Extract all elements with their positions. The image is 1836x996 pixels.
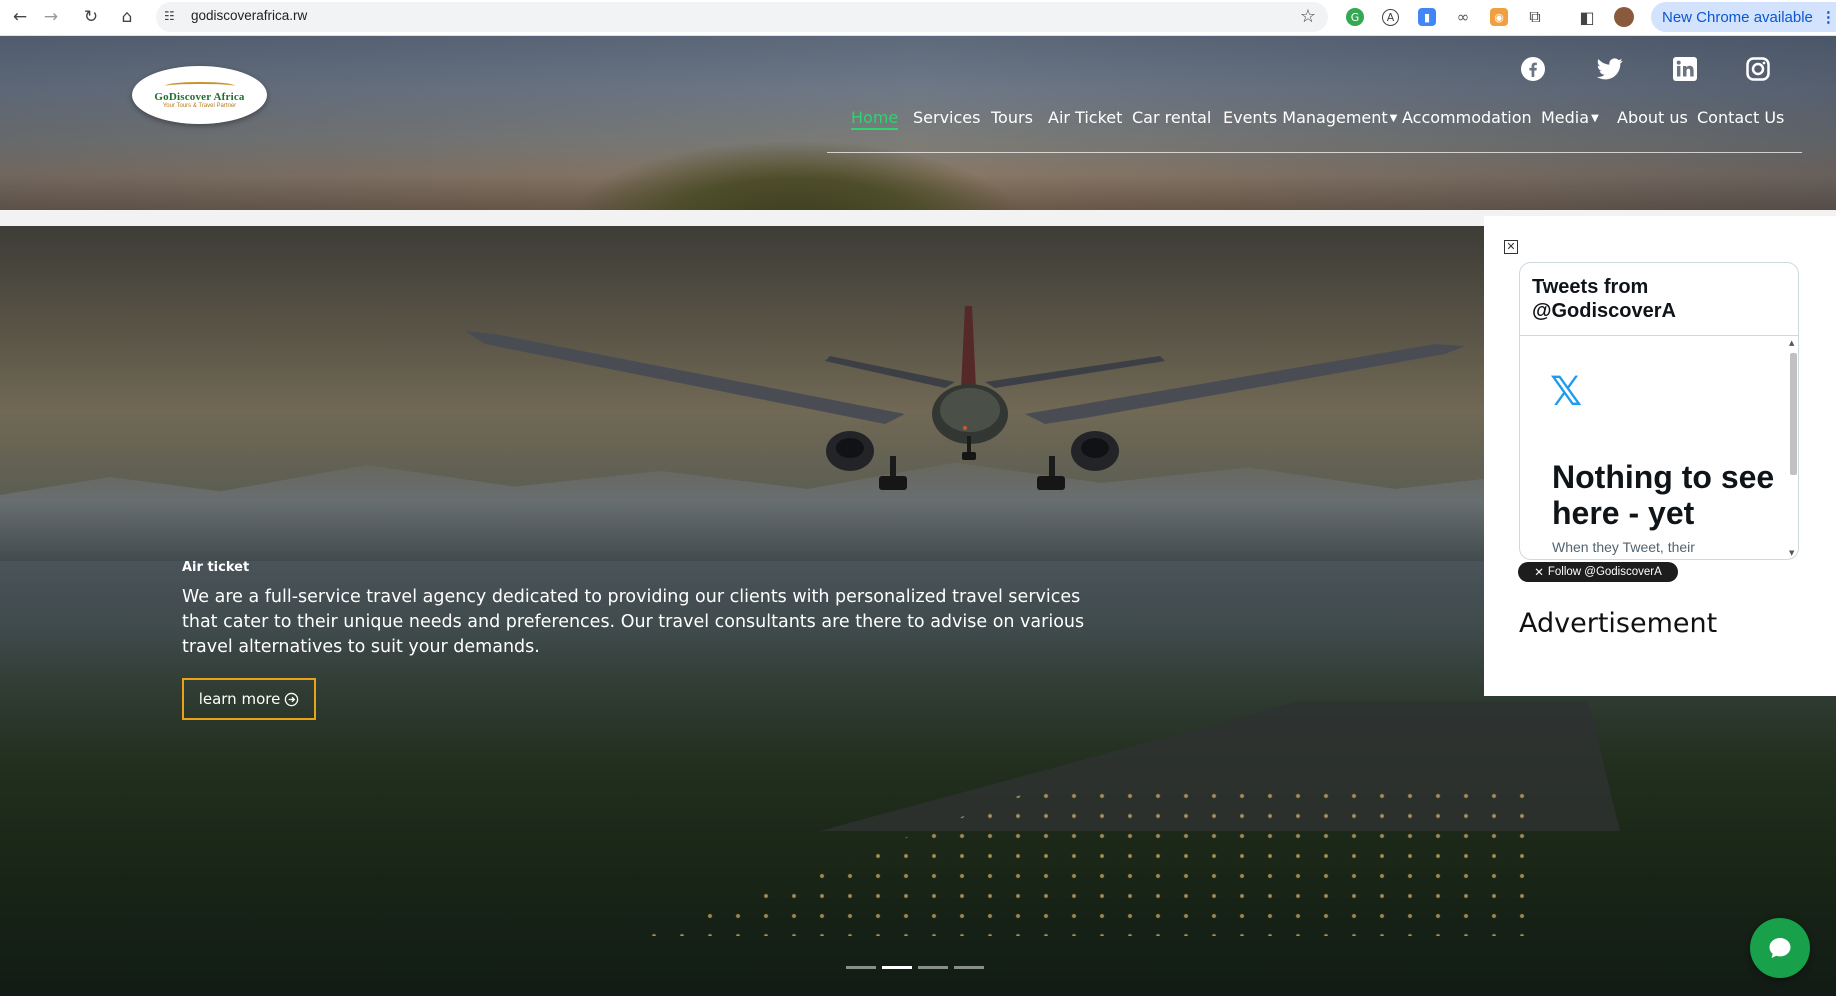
carousel-indicator[interactable] (918, 966, 948, 969)
site-info-icon[interactable]: ☷ (164, 9, 180, 25)
reload-icon[interactable]: ↻ (78, 4, 104, 30)
nav-media[interactable]: Media ▼ (1541, 108, 1599, 127)
advertisement-heading: Advertisement (1519, 608, 1718, 639)
logo-swoosh-icon (164, 81, 235, 90)
nav-media-label: Media (1541, 108, 1590, 127)
close-icon[interactable]: ✕ (1504, 240, 1518, 254)
logo-name: GoDiscover Africa (154, 90, 245, 103)
url-text[interactable]: godiscoverafrica.rw (191, 8, 307, 23)
scroll-thumb[interactable] (1790, 353, 1797, 475)
facebook-icon[interactable] (1518, 54, 1548, 84)
back-icon[interactable]: ← (7, 4, 33, 30)
twitter-sidebar: ✕ Tweets from @GodiscoverA 𝕏 Nothing to … (1484, 216, 1836, 696)
chevron-down-icon: ▼ (1389, 113, 1398, 124)
home-icon[interactable]: ⌂ (114, 4, 140, 30)
site-header: GoDiscover Africa Your Tours & Travel Pa… (0, 36, 1836, 210)
chrome-menu-icon[interactable]: ⋮ (1821, 8, 1836, 26)
nav-about-us[interactable]: About us (1617, 108, 1688, 127)
nav-air-ticket[interactable]: Air Ticket (1048, 108, 1122, 127)
logo-tagline: Your Tours & Travel Partner (162, 102, 237, 109)
extensions-puzzle-icon[interactable]: ⧉ (1526, 7, 1544, 26)
address-bar[interactable]: ☷ godiscoverafrica.rw ☆ (156, 2, 1328, 32)
instagram-icon[interactable] (1743, 54, 1773, 84)
nav-car-rental[interactable]: Car rental (1132, 108, 1211, 127)
nav-accommodation[interactable]: Accommodation (1402, 108, 1532, 127)
nav-events-management[interactable]: Events Management ▼ (1223, 108, 1397, 127)
follow-label: Follow @GodiscoverA (1547, 566, 1662, 578)
extension-grammarly-icon[interactable]: G (1346, 8, 1364, 26)
extension-orange-icon[interactable]: ◉ (1490, 8, 1508, 26)
empty-timeline-title: Nothing to see here - yet (1552, 459, 1775, 531)
nav-contact-us[interactable]: Contact Us (1697, 108, 1784, 127)
carousel-indicator-active[interactable] (882, 966, 912, 969)
x-logo-icon: 𝕏 (1550, 369, 1583, 415)
carousel-indicator[interactable] (954, 966, 984, 969)
forward-icon[interactable]: → (38, 4, 64, 30)
profile-avatar[interactable] (1614, 7, 1634, 27)
learn-more-label: learn more (198, 690, 281, 708)
arrow-circle-icon (285, 692, 299, 706)
twitter-bird-icon: ✕ (1534, 567, 1544, 579)
scroll-down-icon[interactable]: ▼ (1789, 549, 1794, 557)
chrome-update-button[interactable]: New Chrome available ⋮ (1651, 2, 1836, 32)
extension-infinity-icon[interactable]: ∞ (1454, 8, 1472, 26)
scroll-up-icon[interactable]: ▲ (1789, 339, 1794, 347)
slide-kicker: Air ticket (182, 560, 250, 575)
slide-description: We are a full-service travel agency dedi… (182, 587, 1085, 657)
nav-home[interactable]: Home (851, 108, 899, 130)
empty-timeline-subtitle: When they Tweet, their (1552, 539, 1695, 555)
site-logo[interactable]: GoDiscover Africa Your Tours & Travel Pa… (132, 66, 267, 124)
timeline-scrollbar[interactable]: ▲ ▼ (1788, 339, 1798, 559)
carousel-indicator[interactable] (846, 966, 876, 969)
chat-bubble-icon[interactable] (1750, 918, 1810, 978)
extension-a-icon[interactable]: A (1382, 9, 1399, 26)
twitter-timeline-widget[interactable]: Tweets from @GodiscoverA 𝕏 Nothing to se… (1519, 262, 1799, 560)
main-navigation: Home Services Tours Air Ticket Car renta… (827, 108, 1802, 153)
learn-more-button[interactable]: learn more (182, 678, 316, 720)
follow-button[interactable]: ✕ Follow @GodiscoverA (1518, 562, 1678, 582)
nav-events-management-label: Events Management (1223, 108, 1388, 127)
chrome-update-label: New Chrome available (1662, 8, 1813, 26)
twitter-icon[interactable] (1595, 54, 1625, 84)
tweets-title: Tweets from @GodiscoverA (1520, 263, 1798, 336)
nav-services[interactable]: Services (913, 108, 980, 127)
nav-tours[interactable]: Tours (991, 108, 1033, 127)
side-panel-icon[interactable]: ◧ (1578, 8, 1596, 27)
linkedin-icon[interactable] (1670, 54, 1700, 84)
browser-toolbar: ← → ↻ ⌂ ☷ godiscoverafrica.rw ☆ G A ▮ ∞ … (0, 0, 1836, 36)
extension-doc-icon[interactable]: ▮ (1418, 8, 1436, 26)
bookmark-star-icon[interactable]: ☆ (1300, 6, 1316, 27)
chevron-down-icon: ▼ (1591, 113, 1599, 124)
